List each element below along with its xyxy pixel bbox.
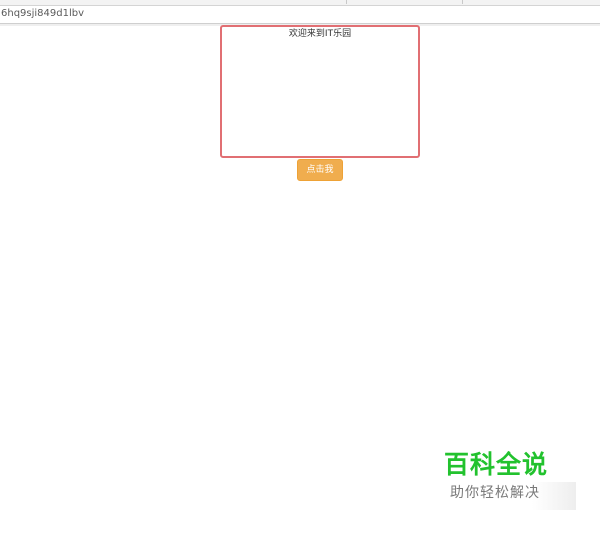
welcome-text: 欢迎来到IT乐园 [288, 29, 352, 39]
watermark-logo: 百科全说 助你轻松解决 [436, 448, 576, 510]
watermark-subtitle: 助你轻松解决 [450, 485, 540, 501]
tab-divider [462, 0, 463, 4]
tab-divider [346, 0, 347, 4]
page: 6hq9sji849d1lbv 欢迎来到IT乐园 点击我 百科全说 助你轻松解决 [0, 0, 600, 535]
welcome-textarea[interactable]: 欢迎来到IT乐园 [220, 25, 420, 158]
click-me-button[interactable]: 点击我 [297, 159, 343, 181]
address-url[interactable]: 6hq9sji849d1lbv [1, 7, 84, 21]
address-bar[interactable]: 6hq9sji849d1lbv [0, 6, 600, 24]
watermark-title: 百科全说 [444, 450, 549, 479]
